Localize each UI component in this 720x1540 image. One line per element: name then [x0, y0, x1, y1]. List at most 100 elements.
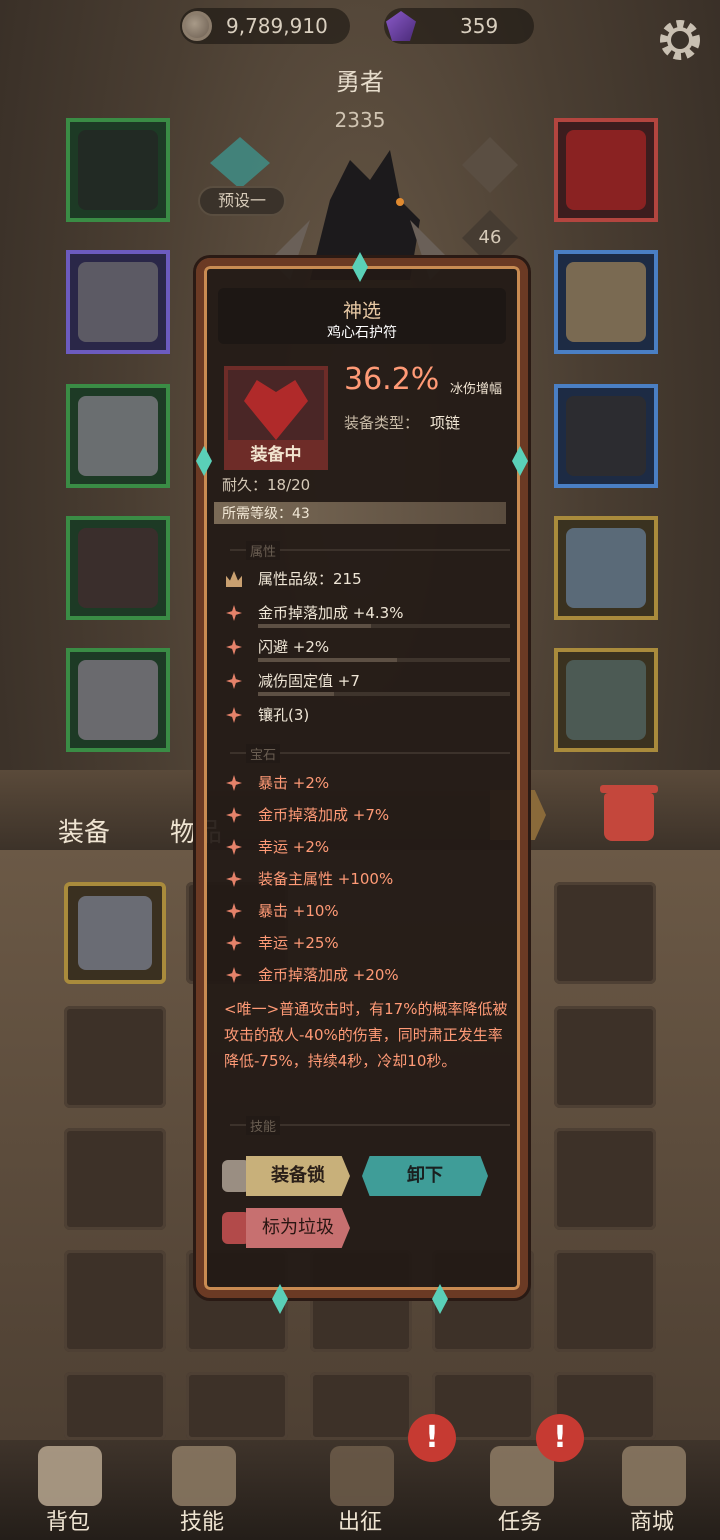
- gauntlet-icon: [78, 896, 152, 970]
- gem-amount: 359: [460, 14, 499, 38]
- equip-slot-offhand[interactable]: [554, 516, 658, 620]
- gem-spark-icon: [226, 871, 242, 887]
- hero-name: 勇者: [336, 68, 384, 96]
- trash-icon[interactable]: [600, 785, 658, 841]
- boots-icon: [78, 660, 158, 740]
- gauntlet-icon: [78, 396, 158, 476]
- gem-spark-icon: [226, 935, 242, 951]
- inventory-slot[interactable]: [64, 1250, 166, 1352]
- durability-text: 耐久：18/20: [222, 476, 311, 494]
- equip-lock-button[interactable]: 装备锁: [246, 1156, 350, 1196]
- sword-stone-icon: [330, 1446, 394, 1506]
- attribute-roll-bar: [258, 624, 510, 628]
- purple-crystal-icon: [386, 11, 416, 41]
- pawn-icon[interactable]: [462, 137, 518, 193]
- main-stat-name: 冰伤增幅: [450, 382, 503, 397]
- equip-slot-armor[interactable]: [554, 648, 658, 752]
- gem-spark-icon: [226, 807, 242, 823]
- lantern-icon: [222, 1212, 250, 1244]
- gem-spark-icon: [226, 839, 242, 855]
- star-icon: [226, 605, 242, 621]
- backpack-icon: [38, 1446, 102, 1506]
- tab-equipment[interactable]: 装备: [58, 812, 110, 849]
- gold-amount: 9,789,910: [226, 14, 328, 38]
- inventory-slot-filled[interactable]: [64, 882, 166, 984]
- gem-text: 暴击 +2%: [258, 774, 330, 792]
- gem-text: 金币掉落加成 +20%: [258, 966, 399, 984]
- gems-section-heading: 宝石: [246, 744, 281, 763]
- inventory-slot[interactable]: [310, 1372, 412, 1440]
- equip-slot-legs[interactable]: [66, 516, 170, 620]
- lock-icon: [222, 1160, 250, 1192]
- chest-armor-icon: [566, 660, 646, 740]
- alert-icon: !: [408, 1414, 456, 1462]
- inventory-slot[interactable]: [64, 1372, 166, 1440]
- nav-shop[interactable]: 商城: [592, 1440, 712, 1540]
- dragon-mask-icon: [78, 130, 158, 210]
- equip-slot-necklace[interactable]: [554, 118, 658, 222]
- nav-expedition-label: 出征: [337, 1510, 382, 1535]
- inventory-slot[interactable]: [554, 882, 656, 984]
- inventory-slot[interactable]: [554, 1250, 656, 1352]
- attribute-grade: 属性品级：215: [258, 570, 362, 588]
- crown-shop-icon: [622, 1446, 686, 1506]
- unique-effect-text: <唯一>普通攻击时，有17%的概率降低被攻击的敌人-40%的伤害，同时肃正发生率…: [224, 1000, 508, 1070]
- heart-amulet-icon: [566, 130, 646, 210]
- tooltip-item-name: 鸡心石护符: [327, 325, 397, 341]
- gear-icon[interactable]: [654, 14, 706, 66]
- attribute-roll-bar: [258, 692, 510, 696]
- chain-flail-icon: [566, 396, 646, 476]
- star-icon: [226, 707, 242, 723]
- gem-display: 359: [384, 8, 534, 44]
- gem-spark-icon: [226, 775, 242, 791]
- gem-spark-icon: [226, 903, 242, 919]
- gem-row: 金币掉落加成 +20%: [222, 962, 512, 990]
- gem-text: 暴击 +10%: [258, 902, 339, 920]
- equip-slot-weapon[interactable]: [554, 384, 658, 488]
- attribute-row: 镶孔(3): [222, 702, 512, 730]
- attribute-grade-row: 属性品级：215: [222, 566, 512, 594]
- equip-slot-ring[interactable]: [554, 250, 658, 354]
- star-icon: [226, 673, 242, 689]
- gem-spark-icon: [226, 967, 242, 983]
- gem-row: 暴击 +10%: [222, 898, 512, 926]
- nav-expedition[interactable]: 出征: [300, 1440, 420, 1540]
- attribute-text: 减伤固定值 +7: [258, 672, 360, 690]
- inventory-slot[interactable]: [64, 1006, 166, 1108]
- main-stat-value: 36.2%: [344, 362, 440, 397]
- attribute-row: 闪避 +2%: [222, 634, 512, 662]
- attributes-section-heading: 属性: [246, 541, 281, 560]
- nav-skills[interactable]: 技能: [142, 1440, 262, 1540]
- gem-row: 暴击 +2%: [222, 770, 512, 798]
- alert-icon: !: [536, 1414, 584, 1462]
- gem-row: 幸运 +25%: [222, 930, 512, 958]
- winged-helmet-icon: [78, 262, 158, 342]
- equip-slot-gloves[interactable]: [66, 384, 170, 488]
- nav-quests-label: 任务: [497, 1510, 542, 1535]
- attribute-text: 镶孔(3): [258, 706, 310, 724]
- equip-slot-boots[interactable]: [66, 648, 170, 752]
- crown-icon: [226, 571, 242, 587]
- nav-backpack[interactable]: 背包: [8, 1440, 128, 1540]
- attribute-roll-bar: [258, 658, 510, 662]
- gem-text: 装备主属性 +100%: [258, 870, 394, 888]
- unequip-button[interactable]: 卸下: [362, 1156, 488, 1196]
- leg-armor-icon: [78, 528, 158, 608]
- tooltip-title: 神选: [342, 300, 381, 322]
- equip-slot-helmet[interactable]: [66, 250, 170, 354]
- equip-type-label: 装备类型：: [344, 414, 420, 432]
- inventory-slot[interactable]: [64, 1128, 166, 1230]
- star-icon: [226, 639, 242, 655]
- attribute-text: 闪避 +2%: [258, 638, 330, 656]
- inventory-slot[interactable]: [186, 1372, 288, 1440]
- inventory-slot[interactable]: [554, 1128, 656, 1230]
- heart-amulet-icon: [244, 380, 308, 440]
- equip-type-value: 项链: [430, 414, 461, 432]
- attribute-row: 减伤固定值 +7: [222, 668, 512, 696]
- nav-shop-label: 商城: [629, 1510, 674, 1535]
- attribute-row: 金币掉落加成 +4.3%: [222, 600, 512, 628]
- mark-junk-button[interactable]: 标为垃圾: [246, 1208, 350, 1248]
- nav-skills-label: 技能: [179, 1510, 224, 1535]
- equip-slot-helmet-alt[interactable]: [66, 118, 170, 222]
- inventory-slot[interactable]: [554, 1006, 656, 1108]
